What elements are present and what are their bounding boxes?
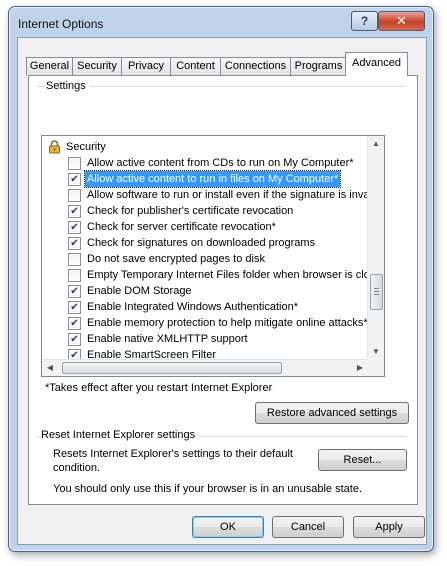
horizontal-scrollbar[interactable]: ◀ ▶ — [42, 359, 368, 376]
reset-group-label: Reset Internet Explorer settings — [41, 429, 200, 441]
setting-row[interactable]: ✔ Enable memory protection to help mitig… — [42, 315, 368, 331]
grip-line — [374, 294, 379, 295]
checkbox[interactable]: ✔ — [68, 317, 81, 330]
reset-warning: You should only use this if your browser… — [53, 483, 362, 495]
setting-row[interactable]: Allow software to run or install even if… — [42, 187, 368, 203]
reset-description-continued: condition. — [53, 462, 101, 474]
setting-row[interactable]: ✔ Check for server certificate revocatio… — [42, 219, 368, 235]
apply-button[interactable]: Apply — [353, 516, 425, 538]
scrollbar-corner — [368, 360, 384, 376]
checkbox[interactable] — [68, 157, 81, 170]
category-label: Security — [66, 141, 106, 153]
horizontal-scroll-thumb[interactable] — [62, 362, 282, 374]
checkbox[interactable] — [68, 189, 81, 202]
setting-label: Allow software to run or install even if… — [87, 189, 368, 201]
restore-advanced-settings-button[interactable]: Restore advanced settings — [255, 402, 409, 424]
window-title: Internet Options — [18, 17, 104, 31]
setting-row[interactable]: ✔ Check for publisher's certificate revo… — [42, 203, 368, 219]
category-security: Security — [42, 139, 368, 155]
setting-row-selected[interactable]: ✔ Allow active content to run in files o… — [42, 170, 368, 188]
checkbox[interactable]: ✔ — [68, 333, 81, 346]
scroll-right-arrow-icon[interactable]: ▶ — [352, 360, 368, 376]
settings-list-items: Security Allow active content from CDs t… — [42, 136, 368, 360]
checkbox[interactable]: ✔ — [68, 221, 81, 234]
vertical-scroll-thumb[interactable] — [370, 274, 383, 310]
setting-label: Do not save encrypted pages to disk — [87, 253, 265, 265]
checkbox[interactable]: ✔ — [68, 285, 81, 298]
checkbox[interactable] — [68, 253, 81, 266]
checkbox[interactable]: ✔ — [68, 205, 81, 218]
scroll-left-arrow-icon[interactable]: ◀ — [42, 360, 58, 376]
setting-label: Enable DOM Storage — [87, 285, 192, 297]
setting-row[interactable]: Empty Temporary Internet Files folder wh… — [42, 267, 368, 283]
ok-button[interactable]: OK — [192, 516, 264, 538]
restart-note: *Takes effect after you restart Internet… — [45, 382, 273, 394]
tab-general[interactable]: General — [26, 57, 73, 75]
help-icon: ? — [360, 14, 369, 28]
vertical-scrollbar[interactable]: ▲ ▼ — [367, 136, 384, 360]
tab-security[interactable]: Security — [72, 57, 122, 75]
advanced-tab-panel: Settings Security Allow active content f… — [28, 75, 418, 505]
close-icon: ✕ — [396, 13, 407, 28]
checkbox[interactable]: ✔ — [68, 173, 81, 186]
help-button[interactable]: ? — [351, 11, 378, 31]
checkbox[interactable]: ✔ — [68, 237, 81, 250]
setting-row[interactable]: ✔ Check for signatures on downloaded pro… — [42, 235, 368, 251]
setting-row[interactable]: ✔ Enable native XMLHTTP support — [42, 331, 368, 347]
reset-description: Resets Internet Explorer's settings to t… — [53, 448, 293, 460]
setting-label: Check for server certificate revocation* — [87, 221, 276, 233]
setting-row[interactable]: Allow active content from CDs to run on … — [42, 155, 368, 171]
setting-label: Allow active content from CDs to run on … — [87, 157, 354, 169]
settings-list[interactable]: Security Allow active content from CDs t… — [41, 135, 385, 377]
setting-label: Allow active content to run in files on … — [83, 170, 342, 188]
tab-advanced[interactable]: Advanced — [345, 52, 408, 76]
tab-programs[interactable]: Programs — [290, 57, 347, 75]
scroll-down-arrow-icon[interactable]: ▼ — [368, 344, 384, 360]
setting-row[interactable]: ✔ Enable Integrated Windows Authenticati… — [42, 299, 368, 315]
cancel-button[interactable]: Cancel — [272, 516, 344, 538]
setting-label: Enable native XMLHTTP support — [87, 333, 248, 345]
setting-label: Enable memory protection to help mitigat… — [87, 317, 368, 329]
settings-group-label: Settings — [46, 80, 90, 92]
setting-label: Empty Temporary Internet Files folder wh… — [87, 269, 368, 281]
setting-label: Enable Integrated Windows Authentication… — [87, 301, 298, 313]
settings-group-divider — [37, 86, 407, 87]
tab-content[interactable]: Content — [170, 57, 221, 75]
grip-line — [374, 291, 379, 292]
checkbox[interactable]: ✔ — [68, 301, 81, 314]
dialog-client-area: General Security Privacy Content Connect… — [17, 37, 427, 545]
reset-button[interactable]: Reset... — [318, 449, 407, 471]
padlock-icon — [49, 140, 60, 154]
checkbox[interactable] — [68, 269, 81, 282]
tab-privacy[interactable]: Privacy — [121, 57, 171, 75]
tab-connections[interactable]: Connections — [220, 57, 291, 75]
scroll-up-arrow-icon[interactable]: ▲ — [368, 136, 384, 152]
title-bar[interactable]: Internet Options ? ✕ — [9, 7, 433, 37]
internet-options-window: Internet Options ? ✕ General Security Pr… — [8, 6, 434, 552]
grip-line — [374, 288, 379, 289]
setting-label: Check for publisher's certificate revoca… — [87, 205, 294, 217]
setting-row[interactable]: ✔ Enable DOM Storage — [42, 283, 368, 299]
setting-row[interactable]: Do not save encrypted pages to disk — [42, 251, 368, 267]
close-button[interactable]: ✕ — [378, 11, 425, 31]
setting-label: Check for signatures on downloaded progr… — [87, 237, 316, 249]
